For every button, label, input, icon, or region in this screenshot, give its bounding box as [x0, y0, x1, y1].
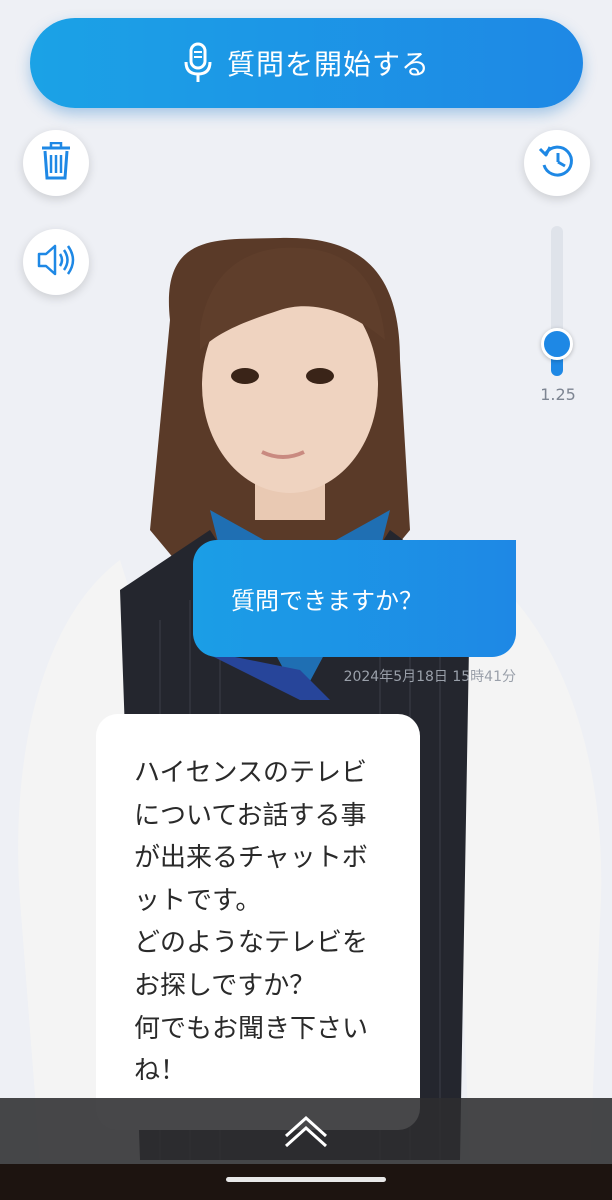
bot-message-bubble: ハイセンスのテレビについてお話する事が出来るチャットボットです。 どのようなテレ… [96, 714, 420, 1130]
start-question-button[interactable]: 質問を開始する [30, 18, 583, 108]
speaker-toggle-button[interactable] [23, 229, 89, 295]
start-question-label: 質問を開始する [226, 49, 430, 80]
home-indicator[interactable] [226, 1177, 386, 1182]
history-button[interactable] [524, 130, 590, 196]
user-message-bubble: 質問できますか？ [193, 540, 516, 657]
speed-slider-thumb[interactable] [541, 328, 573, 360]
chevron-up-double-icon[interactable] [283, 1114, 329, 1148]
system-navigation-bar [0, 1164, 612, 1200]
clear-chat-button[interactable] [23, 130, 89, 196]
speed-value: 1.25 [540, 385, 576, 404]
bottom-expand-bar [0, 1098, 612, 1164]
history-icon [538, 143, 576, 183]
user-message-text: 質問できますか？ [231, 587, 423, 615]
speaker-icon [36, 242, 76, 282]
microphone-icon [183, 42, 213, 84]
trash-icon [40, 141, 72, 184]
message-timestamp: 2024年5月18日 15時41分 [343, 669, 516, 685]
